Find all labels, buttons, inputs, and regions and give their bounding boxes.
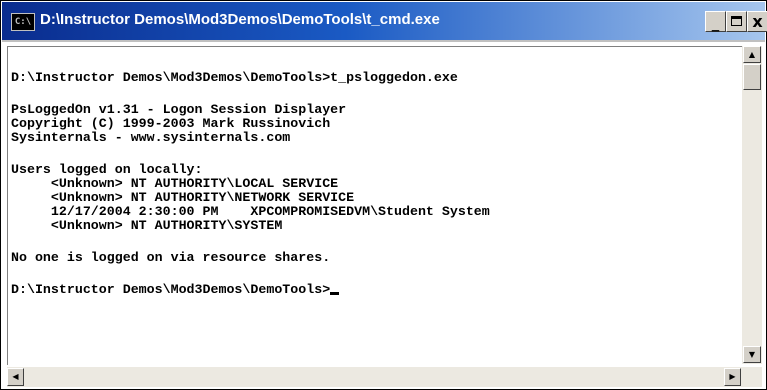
- scroll-left-button[interactable]: ◀: [7, 368, 24, 386]
- console-line: <Unknown> NT AUTHORITY\SYSTEM: [11, 218, 283, 233]
- text-cursor: [330, 292, 340, 295]
- minimize-button[interactable]: _: [705, 11, 726, 32]
- console-line: No one is logged on via resource shares.: [11, 250, 331, 265]
- console-line: 12/17/2004 2:30:00 PM XPCOMPROMISEDVM\St…: [11, 204, 490, 219]
- console-line: PsLoggedOn v1.31 - Logon Session Display…: [11, 102, 347, 117]
- vertical-scroll-thumb[interactable]: [743, 64, 761, 90]
- console-line: Sysinternals - www.sysinternals.com: [11, 130, 291, 145]
- maximize-icon: [731, 16, 742, 26]
- horizontal-scrollbar[interactable]: ◀ ▶: [7, 367, 762, 387]
- scroll-right-button[interactable]: ▶: [724, 368, 741, 386]
- console-line: <Unknown> NT AUTHORITY\NETWORK SERVICE: [11, 190, 355, 205]
- console-app-icon[interactable]: C:\: [11, 13, 35, 31]
- window-title: D:\Instructor Demos\Mod3Demos\DemoTools\…: [40, 11, 440, 28]
- console-line: D:\Instructor Demos\Mod3Demos\DemoTools>…: [11, 70, 458, 85]
- console-output[interactable]: D:\Instructor Demos\Mod3Demos\DemoTools>…: [7, 46, 742, 365]
- console-line: <Unknown> NT AUTHORITY\LOCAL SERVICE: [11, 176, 339, 191]
- console-line: Copyright (C) 1999-2003 Mark Russinovich: [11, 116, 331, 131]
- title-bar[interactable]: C:\ D:\Instructor Demos\Mod3Demos\DemoTo…: [2, 2, 767, 42]
- scroll-down-button[interactable]: ▼: [743, 346, 761, 363]
- close-button[interactable]: x: [747, 11, 767, 32]
- prompt-line: D:\Instructor Demos\Mod3Demos\DemoTools>: [11, 282, 340, 297]
- maximize-button[interactable]: [726, 11, 747, 32]
- scroll-up-button[interactable]: ▲: [743, 46, 761, 63]
- prompt-text: D:\Instructor Demos\Mod3Demos\DemoTools>: [11, 282, 331, 297]
- console-window: C:\ D:\Instructor Demos\Mod3Demos\DemoTo…: [0, 0, 767, 390]
- console-line: Users logged on locally:: [11, 162, 203, 177]
- vertical-scrollbar[interactable]: ▲ ▼: [742, 46, 762, 364]
